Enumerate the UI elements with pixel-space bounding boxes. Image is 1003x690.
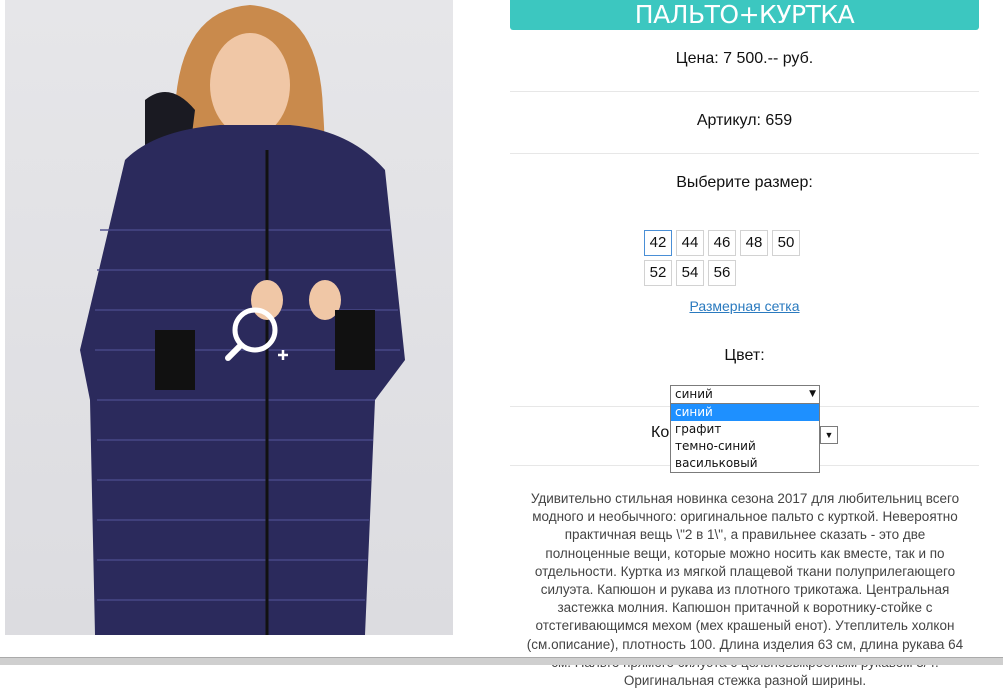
color-option[interactable]: васильковый: [671, 455, 819, 472]
size-prompt: Выберите размер:: [676, 174, 813, 191]
color-option[interactable]: темно-синий: [671, 438, 819, 455]
size-option-48[interactable]: 48: [740, 230, 768, 256]
price: Цена: 7 500.-- руб.: [675, 50, 814, 67]
divider: [510, 91, 979, 92]
zoom-in-icon[interactable]: [225, 305, 297, 367]
size-option-56[interactable]: 56: [708, 260, 736, 286]
divider: [510, 153, 979, 154]
product-title: ПАЛЬТО+КУРТКА: [510, 0, 979, 30]
size-option-52[interactable]: 52: [644, 260, 672, 286]
size-chart-link[interactable]: Размерная сетка: [510, 298, 979, 314]
size-option-46[interactable]: 46: [708, 230, 736, 256]
article-number: Артикул: 659: [696, 112, 793, 129]
size-selector: 42 44 46 48 50 52 54 56: [644, 230, 834, 290]
quantity-label: Ко: [651, 424, 670, 441]
chevron-down-icon: ▼: [809, 389, 816, 399]
product-image[interactable]: [5, 0, 453, 635]
color-select[interactable]: синий ▼: [670, 385, 820, 404]
color-select-value: синий: [675, 387, 713, 401]
quantity-select-chevron-icon[interactable]: ▼: [820, 426, 838, 444]
size-option-50[interactable]: 50: [772, 230, 800, 256]
color-option[interactable]: синий: [671, 404, 819, 421]
color-dropdown-list[interactable]: синий графит темно-синий васильковый: [670, 403, 820, 473]
size-option-54[interactable]: 54: [676, 260, 704, 286]
size-option-42[interactable]: 42: [644, 230, 672, 256]
color-option[interactable]: графит: [671, 421, 819, 438]
size-option-44[interactable]: 44: [676, 230, 704, 256]
color-label: Цвет:: [724, 347, 765, 364]
